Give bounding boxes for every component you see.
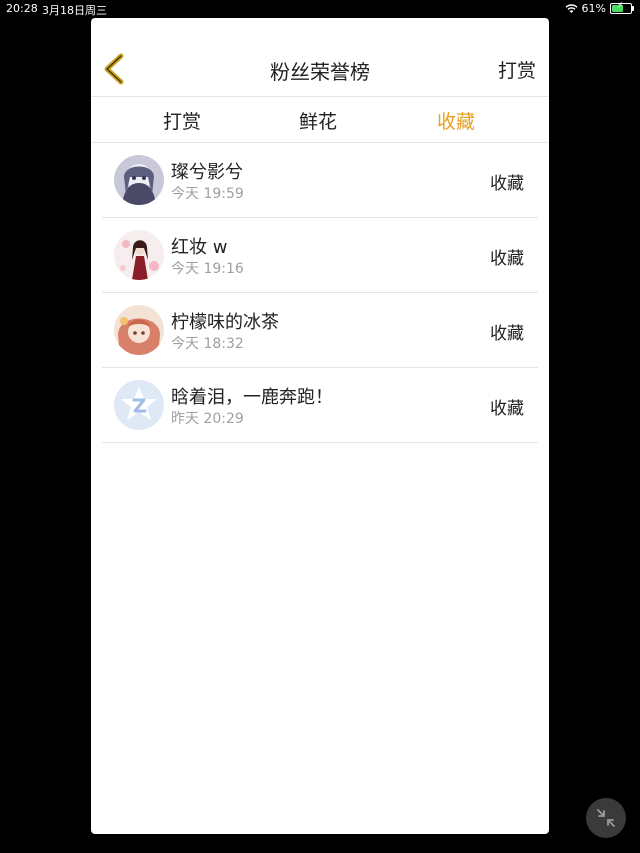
fan-time: 今天 19:59 bbox=[171, 186, 244, 202]
tab-reward[interactable]: 打赏 bbox=[142, 107, 222, 134]
status-date: 3月18日周三 bbox=[42, 4, 107, 17]
collapse-button[interactable] bbox=[586, 798, 626, 838]
status-time: 20:28 bbox=[6, 2, 38, 15]
fan-time: 今天 18:32 bbox=[171, 336, 244, 352]
fan-time: 今天 19:16 bbox=[171, 261, 244, 277]
battery-icon: ⚡ bbox=[610, 1, 634, 14]
fan-name: 柠檬味的冰茶 bbox=[171, 312, 279, 333]
fan-time: 昨天 20:29 bbox=[171, 411, 244, 427]
battery-percent: 61% bbox=[581, 2, 606, 15]
tab-favorites[interactable]: 收藏 bbox=[416, 107, 496, 134]
avatar bbox=[114, 305, 164, 355]
charging-bolt-icon: ⚡ bbox=[617, 1, 624, 11]
fan-list: 璨兮影兮 今天 19:59 收藏 红妆 w 今天 19:16 收藏 柠檬味的冰茶… bbox=[102, 143, 538, 443]
fan-name: 红妆 w bbox=[171, 237, 228, 258]
list-item[interactable]: 璨兮影兮 今天 19:59 收藏 bbox=[102, 143, 538, 218]
status-right: 61% ⚡ bbox=[565, 1, 634, 15]
fan-action: 收藏 bbox=[490, 324, 524, 344]
tab-bar: 打赏 鲜花 收藏 bbox=[91, 97, 549, 143]
wifi-icon bbox=[565, 3, 578, 13]
header: 粉丝荣誉榜 打赏 bbox=[91, 18, 549, 97]
collapse-arrows-icon bbox=[597, 809, 615, 827]
avatar bbox=[114, 230, 164, 280]
avatar bbox=[114, 380, 164, 430]
tab-flowers[interactable]: 鲜花 bbox=[278, 107, 358, 134]
fan-name: 璨兮影兮 bbox=[171, 162, 243, 183]
page-title: 粉丝荣誉榜 bbox=[270, 60, 370, 84]
fan-name: 晗着泪，一鹿奔跑！ bbox=[171, 387, 333, 408]
avatar bbox=[114, 155, 164, 205]
list-item[interactable]: 红妆 w 今天 19:16 收藏 bbox=[102, 218, 538, 293]
list-item[interactable]: 晗着泪，一鹿奔跑！ 昨天 20:29 收藏 bbox=[102, 368, 538, 443]
status-bar: 20:28 3月18日周三 61% ⚡ bbox=[0, 0, 640, 18]
list-item[interactable]: 柠檬味的冰茶 今天 18:32 收藏 bbox=[102, 293, 538, 368]
fan-action: 收藏 bbox=[490, 174, 524, 194]
reward-button[interactable]: 打赏 bbox=[498, 56, 536, 83]
fan-action: 收藏 bbox=[490, 249, 524, 269]
fan-action: 收藏 bbox=[490, 399, 524, 419]
fan-honor-panel: 粉丝荣誉榜 打赏 打赏 鲜花 收藏 璨兮影兮 今天 19:59 收藏 红妆 w … bbox=[91, 18, 549, 834]
battery-nub bbox=[632, 6, 634, 11]
